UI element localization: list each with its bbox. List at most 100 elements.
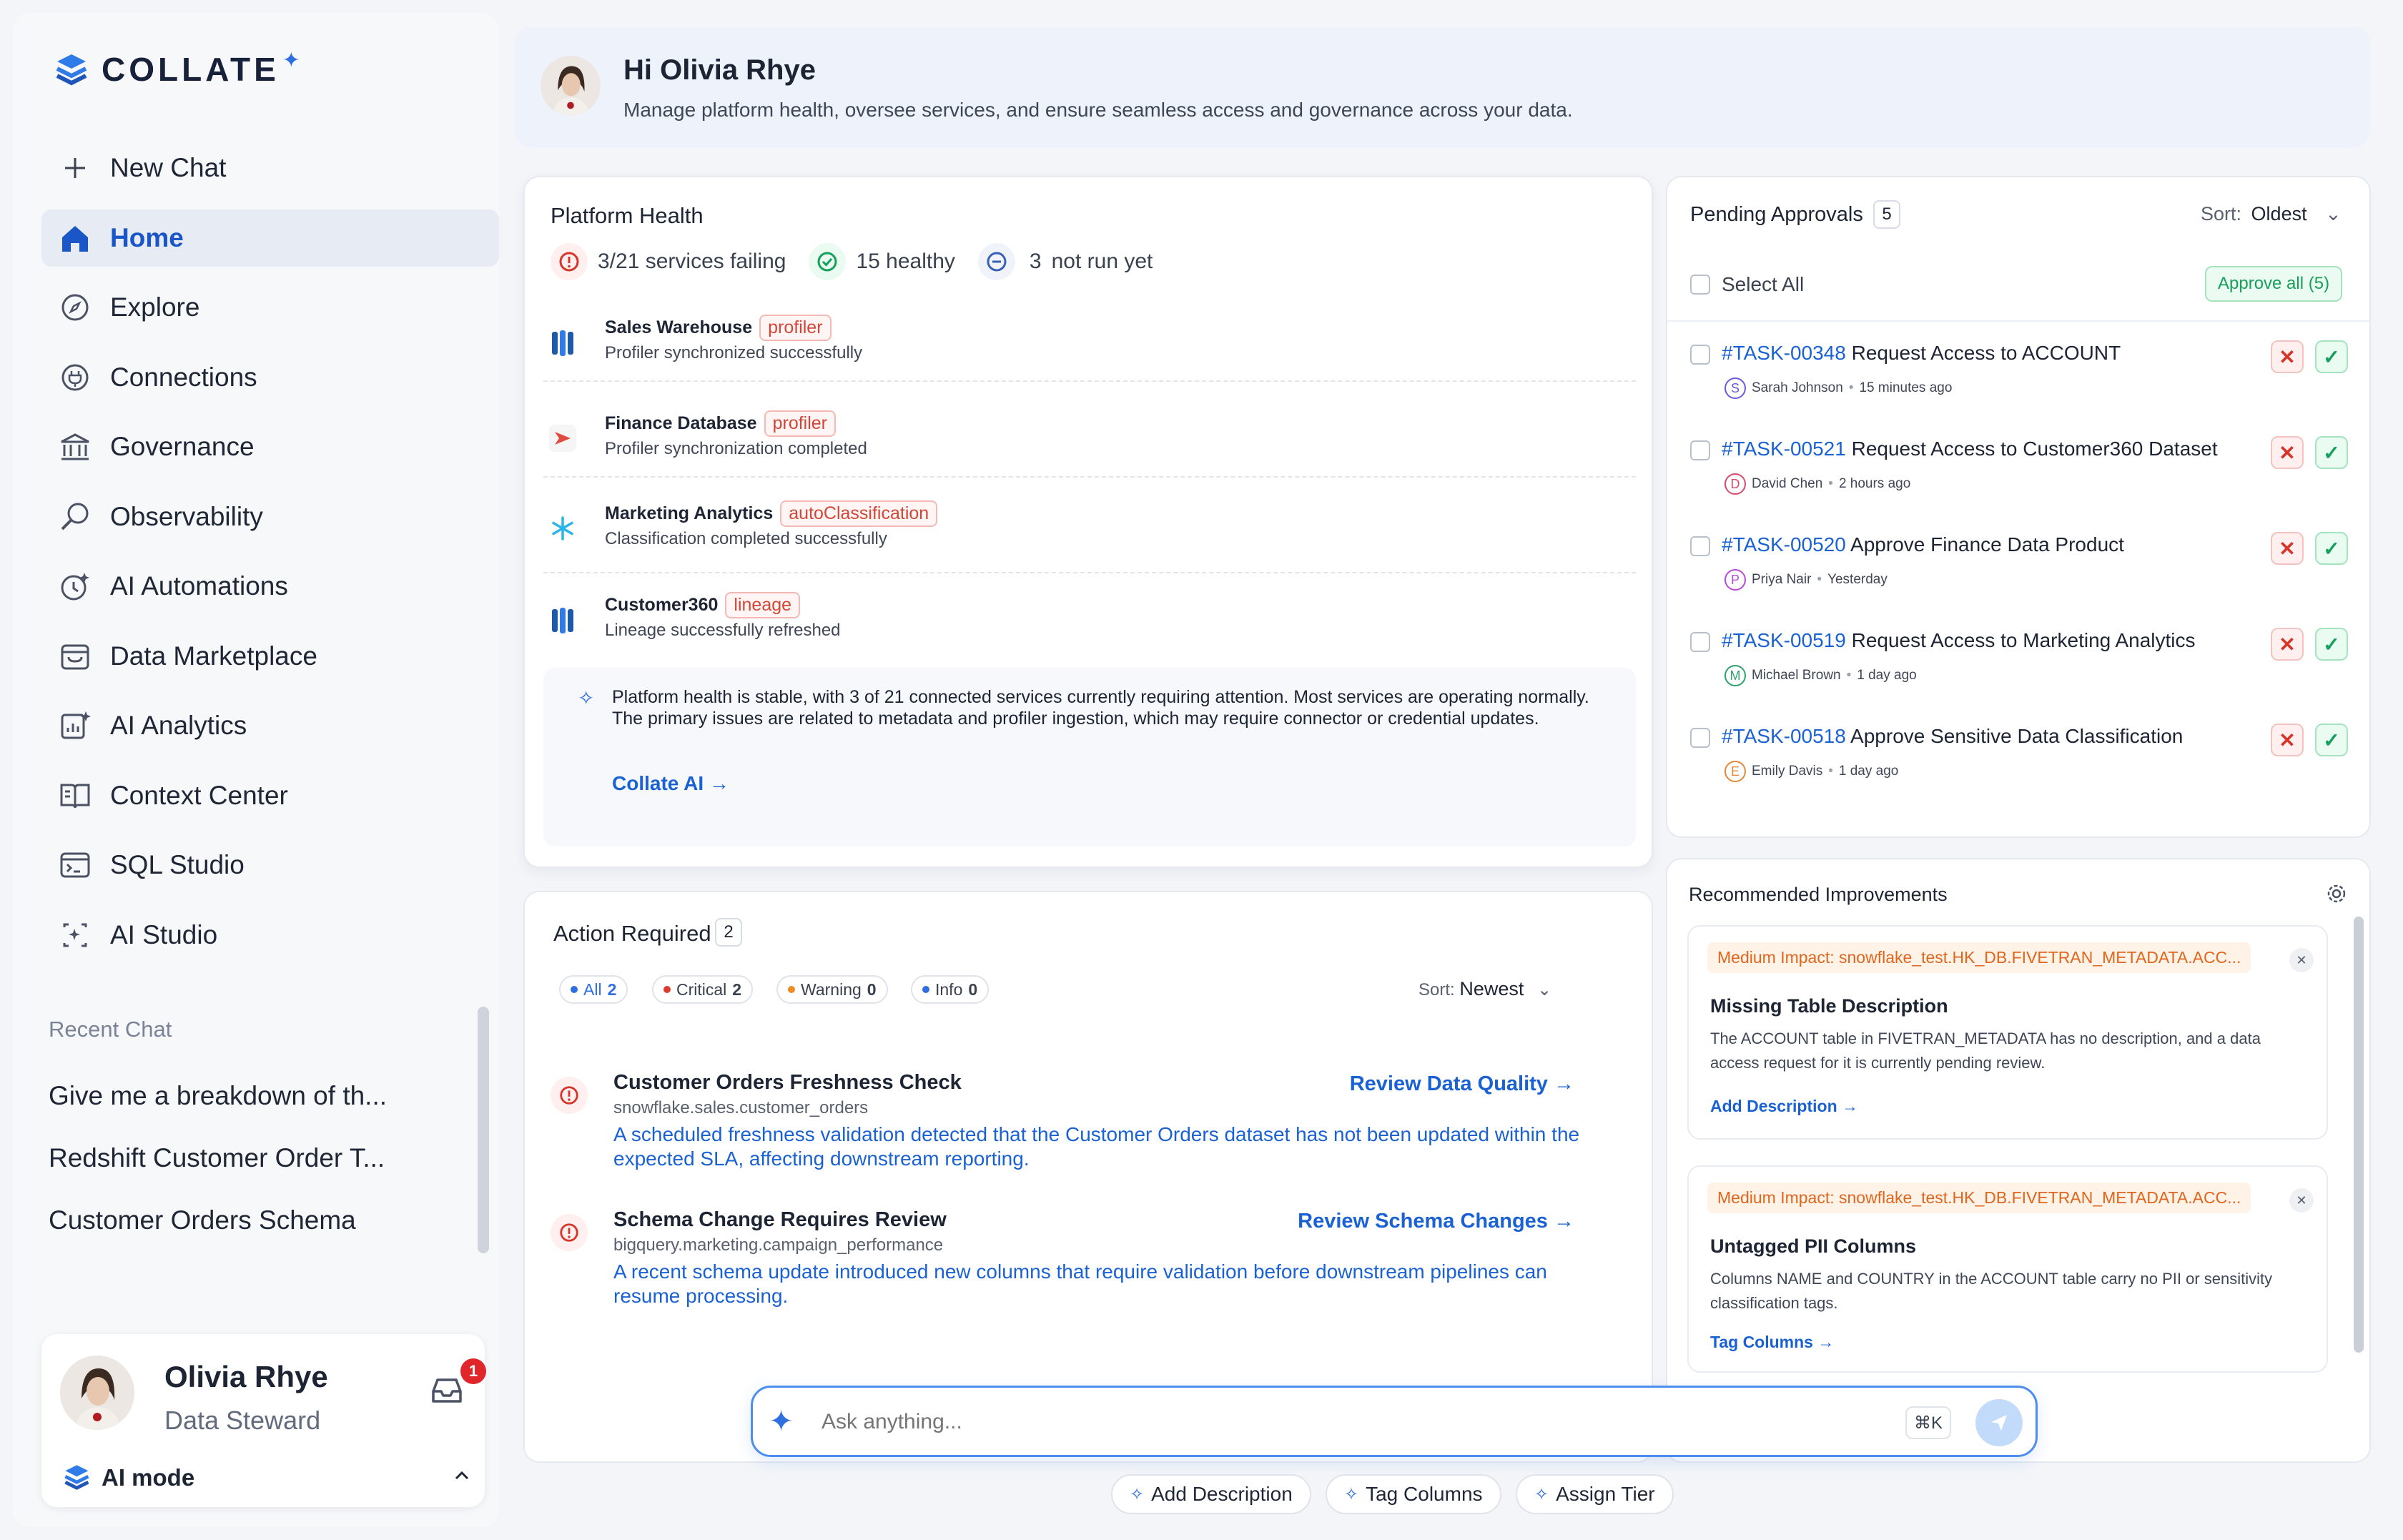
ai-summary-text: Platform health is stable, with 3 of 21 …	[612, 687, 1589, 729]
sidebar-item-ai-automations[interactable]: AI Automations	[41, 558, 499, 615]
action-title: Customer Orders Freshness Check	[613, 1071, 962, 1094]
close-icon[interactable]: ✕	[2289, 948, 2314, 972]
reject-button[interactable]: ✕	[2271, 724, 2304, 756]
chevron-up-icon[interactable]	[453, 1470, 470, 1481]
filter-count: 0	[867, 979, 877, 999]
action-required-card: Action Required 2 All 2 Critical 2 Warning 0 I…	[523, 891, 1653, 1463]
recent-chat-item[interactable]: Redshift Customer Order T...	[49, 1143, 385, 1173]
task-id[interactable]: #TASK-00520	[1722, 533, 1846, 556]
service-row[interactable]: Customer360 lineage Lineage successfully r…	[525, 592, 1652, 663]
recommendation-card: Medium Impact: snowflake_test.HK_DB.FIVE…	[1687, 1165, 2328, 1373]
ai-mode-label[interactable]: AI mode	[102, 1464, 194, 1491]
service-row[interactable]: Finance Database profiler Profiler synchro…	[525, 410, 1652, 482]
chevron-down-icon: ⌄	[2325, 203, 2342, 224]
sidebar-item-ai-studio[interactable]: AI Studio	[41, 907, 499, 964]
approve-button[interactable]: ✓	[2315, 532, 2348, 565]
gear-icon[interactable]	[2325, 882, 2348, 905]
request-time: 1 day ago	[1857, 668, 1917, 683]
recommended-scrollbar[interactable]	[2354, 917, 2364, 1353]
ai-mode-icon	[63, 1463, 93, 1491]
sort-control[interactable]: Sort: Newest ⌄	[1418, 978, 1551, 1000]
action-link[interactable]: Review Schema Changes →	[1298, 1210, 1574, 1233]
inbox-icon[interactable]	[429, 1376, 465, 1407]
approval-item: #TASK-00519 Request Access to Marketing …	[1667, 625, 2369, 711]
reject-button[interactable]: ✕	[2271, 628, 2304, 661]
close-icon[interactable]: ✕	[2289, 1188, 2314, 1213]
task-id[interactable]: #TASK-00519	[1722, 629, 1846, 651]
db-icon	[549, 606, 576, 635]
reject-button[interactable]: ✕	[2271, 532, 2304, 565]
approval-checkbox[interactable]	[1690, 728, 1710, 748]
quick-action-assign-tier[interactable]: ✧ Assign Tier	[1516, 1474, 1674, 1514]
filter-warning[interactable]: Warning 0	[776, 975, 888, 1004]
sidebar-scrollbar[interactable]	[478, 1007, 489, 1253]
sidebar-item-observability[interactable]: Observability	[41, 488, 499, 546]
reject-button[interactable]: ✕	[2271, 340, 2304, 373]
sidebar-item-label: AI Analytics	[110, 711, 247, 740]
home-icon	[57, 220, 93, 256]
task-id[interactable]: #TASK-00348	[1722, 342, 1846, 364]
collate-ai-link[interactable]: Collate AI →	[612, 772, 729, 795]
approve-all-button[interactable]: Approve all (5)	[2205, 266, 2343, 302]
avatar: M	[1724, 665, 1746, 686]
quick-action-tag-columns[interactable]: ✧ Tag Columns	[1326, 1474, 1501, 1514]
task-id[interactable]: #TASK-00521	[1722, 438, 1846, 460]
approve-button[interactable]: ✓	[2315, 628, 2348, 661]
approve-button[interactable]: ✓	[2315, 436, 2348, 469]
collate-logo[interactable]: COLLATE ✦	[54, 49, 300, 89]
sidebar-item-data-marketplace[interactable]: Data Marketplace	[41, 628, 499, 685]
analytics-icon	[57, 708, 93, 744]
recommendation-action[interactable]: Add Description →	[1710, 1097, 1858, 1116]
service-tag: profiler	[759, 315, 832, 341]
approval-checkbox[interactable]	[1690, 440, 1710, 460]
select-all-label: Select All	[1722, 273, 1805, 295]
avatar: P	[1724, 569, 1746, 591]
pending-sort[interactable]: Sort: Oldest ⌄	[2201, 203, 2342, 225]
reject-button[interactable]: ✕	[2271, 436, 2304, 469]
service-row[interactable]: Sales Warehouse profiler Profiler synchron…	[525, 315, 1652, 386]
task-id[interactable]: #TASK-00518	[1722, 725, 1846, 747]
sidebar-item-ai-analytics[interactable]: AI Analytics	[41, 697, 499, 754]
service-status: Profiler synchronization completed	[605, 439, 867, 458]
task-text: Approve Sensitive Data Classification	[1850, 725, 2184, 747]
recent-chat-item[interactable]: Give me a breakdown of th...	[49, 1081, 387, 1111]
chat-input[interactable]	[821, 1405, 1894, 1439]
approve-button[interactable]: ✓	[2315, 724, 2348, 756]
action-item: Customer Orders Freshness Check snowflake…	[525, 1071, 1652, 1193]
check-circle-icon	[809, 243, 847, 280]
filter-info[interactable]: Info 0	[911, 975, 990, 1004]
service-row[interactable]: Marketing Analytics autoClassification Cla…	[525, 500, 1652, 573]
filter-critical[interactable]: Critical 2	[652, 975, 754, 1004]
sidebar-item-explore[interactable]: Explore	[41, 279, 499, 336]
sidebar-item-governance[interactable]: Governance	[41, 418, 499, 475]
action-item: Schema Change Requires Review bigquery.ma…	[525, 1208, 1652, 1330]
redshift-icon	[549, 425, 576, 452]
filter-label: Critical	[676, 979, 727, 999]
sidebar-item-home[interactable]: Home	[41, 209, 499, 267]
recommendation-desc: Columns NAME and COUNTRY in the ACCOUNT …	[1710, 1270, 2273, 1312]
recent-chat-item[interactable]: Customer Orders Schema	[49, 1205, 356, 1235]
select-all-checkbox[interactable]	[1690, 275, 1710, 295]
recommendation-desc: The ACCOUNT table in FIVETRAN_METADATA h…	[1710, 1030, 2261, 1072]
user-card[interactable]: Olivia Rhye Data Steward 1 AI mode	[41, 1334, 486, 1507]
approve-button[interactable]: ✓	[2315, 340, 2348, 373]
approval-checkbox[interactable]	[1690, 632, 1710, 652]
approval-checkbox[interactable]	[1690, 345, 1710, 365]
chat-input-box[interactable]: ✦ ⌘K	[751, 1386, 2038, 1457]
sidebar-item-connections[interactable]: Connections	[41, 349, 499, 406]
approval-item: #TASK-00518 Approve Sensitive Data Class…	[1667, 721, 2369, 806]
sparkle-icon: ✧	[1130, 1484, 1145, 1504]
recommendation-action[interactable]: Tag Columns →	[1710, 1333, 1834, 1352]
sidebar-item-new-chat[interactable]: New Chat	[41, 139, 499, 197]
shortcut-hint: ⌘K	[1905, 1406, 1952, 1439]
action-description: A recent schema update introduced new co…	[613, 1260, 1547, 1307]
approval-checkbox[interactable]	[1690, 536, 1710, 556]
send-button[interactable]	[1975, 1399, 2023, 1446]
action-link[interactable]: Review Data Quality →	[1350, 1072, 1574, 1096]
filter-all[interactable]: All 2	[559, 975, 628, 1004]
sidebar-item-sql-studio[interactable]: SQL Studio	[41, 836, 499, 894]
service-tag: autoClassification	[780, 500, 938, 527]
quick-action-add-description[interactable]: ✧ Add Description	[1111, 1474, 1311, 1514]
sidebar-item-context-center[interactable]: Context Center	[41, 767, 499, 824]
action-path: bigquery.marketing.campaign_performance	[613, 1235, 944, 1255]
